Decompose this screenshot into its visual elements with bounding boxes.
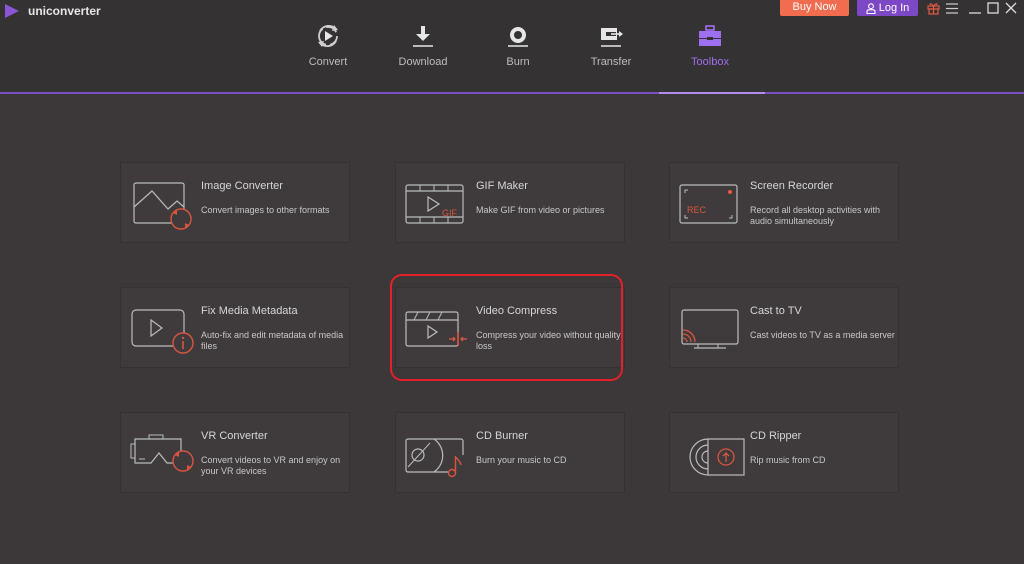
tab-label: Transfer xyxy=(590,56,632,68)
card-cast-to-tv[interactable]: Cast to TV Cast videos to TV as a media … xyxy=(669,287,899,368)
card-cd-ripper[interactable]: CD Ripper Rip music from CD xyxy=(669,412,899,493)
card-description: Record all desktop activities with audio… xyxy=(750,205,881,226)
tab-burn[interactable]: Burn xyxy=(473,22,563,72)
card-description: Convert images to other formats xyxy=(201,205,330,215)
card-title: CD Burner xyxy=(476,430,528,442)
card-description: Convert videos to VR and enjoy on your V… xyxy=(201,455,341,476)
card-title: Screen Recorder xyxy=(750,180,834,192)
burn-icon xyxy=(508,27,528,47)
tab-convert[interactable]: Convert xyxy=(283,22,373,72)
card-title: Cast to TV xyxy=(750,305,802,317)
minimize-button[interactable] xyxy=(967,1,983,15)
card-description: Make GIF from video or pictures xyxy=(476,205,605,215)
gift-icon xyxy=(926,2,940,15)
card-description: Cast videos to TV as a media server xyxy=(750,330,895,340)
card-cd-burner[interactable]: CD Burner Burn your music to CD xyxy=(395,412,625,493)
fix-metadata-icon xyxy=(131,309,194,354)
card-title: GIF Maker xyxy=(476,180,528,192)
card-image-converter[interactable]: Image Converter Convert images to other … xyxy=(120,162,350,243)
card-title: CD Ripper xyxy=(750,430,802,442)
tab-bar-divider xyxy=(0,92,1024,94)
tab-label: Download xyxy=(398,56,448,68)
gif-label: GIF xyxy=(442,208,458,218)
download-icon xyxy=(413,26,433,47)
card-description: Auto-fix and edit metadata of media file… xyxy=(201,330,344,351)
close-button[interactable] xyxy=(1003,1,1019,15)
minimize-icon xyxy=(969,12,981,14)
log-in-label: Log In xyxy=(878,1,910,14)
card-title: VR Converter xyxy=(201,430,268,442)
card-description: Rip music from CD xyxy=(750,455,826,465)
cd-burner-icon xyxy=(405,438,464,478)
active-tab-indicator xyxy=(659,92,765,94)
video-compress-icon xyxy=(405,311,468,347)
convert-icon xyxy=(318,25,338,47)
tab-label: Convert xyxy=(308,56,348,68)
card-title: Fix Media Metadata xyxy=(201,305,298,317)
card-fix-media-metadata[interactable]: Fix Media Metadata Auto-fix and edit met… xyxy=(120,287,350,368)
card-video-compress[interactable]: Video Compress Compress your video witho… xyxy=(395,287,625,368)
buy-now-button[interactable]: Buy Now xyxy=(780,0,849,16)
tab-label: Toolbox xyxy=(691,56,729,68)
gif-maker-icon: GIF xyxy=(405,184,464,224)
maximize-button[interactable] xyxy=(985,1,1001,15)
card-title: Video Compress xyxy=(476,305,558,317)
card-description: Burn your music to CD xyxy=(476,455,567,465)
menu-button[interactable] xyxy=(944,1,960,15)
card-title: Image Converter xyxy=(201,180,283,192)
menu-icon xyxy=(946,2,958,14)
transfer-icon xyxy=(601,28,623,47)
cd-ripper-icon xyxy=(689,438,745,476)
app-name: uniconverter xyxy=(28,4,101,18)
maximize-icon xyxy=(987,2,999,14)
image-converter-icon xyxy=(133,182,192,230)
card-screen-recorder[interactable]: REC Screen Recorder Record all desktop a… xyxy=(669,162,899,243)
tab-toolbox[interactable]: Toolbox xyxy=(665,22,755,72)
user-icon xyxy=(866,2,876,14)
card-description: Compress your video without quality loss xyxy=(476,330,621,351)
play-logo-icon xyxy=(5,4,19,18)
toolbox-icon xyxy=(699,25,721,46)
card-gif-maker[interactable]: GIF GIF Maker Make GIF from video or pic… xyxy=(395,162,625,243)
tab-label: Burn xyxy=(506,56,530,68)
screen-recorder-icon: REC xyxy=(679,184,738,224)
close-icon xyxy=(1005,2,1017,14)
tab-transfer[interactable]: Transfer xyxy=(566,22,656,72)
log-in-button[interactable]: Log In xyxy=(857,0,918,16)
cast-to-tv-icon xyxy=(681,309,739,349)
tab-download[interactable]: Download xyxy=(378,22,468,72)
rec-label: REC xyxy=(687,205,707,215)
vr-converter-icon xyxy=(130,434,194,472)
card-vr-converter[interactable]: VR Converter Convert videos to VR and en… xyxy=(120,412,350,493)
gift-button[interactable] xyxy=(925,1,941,15)
